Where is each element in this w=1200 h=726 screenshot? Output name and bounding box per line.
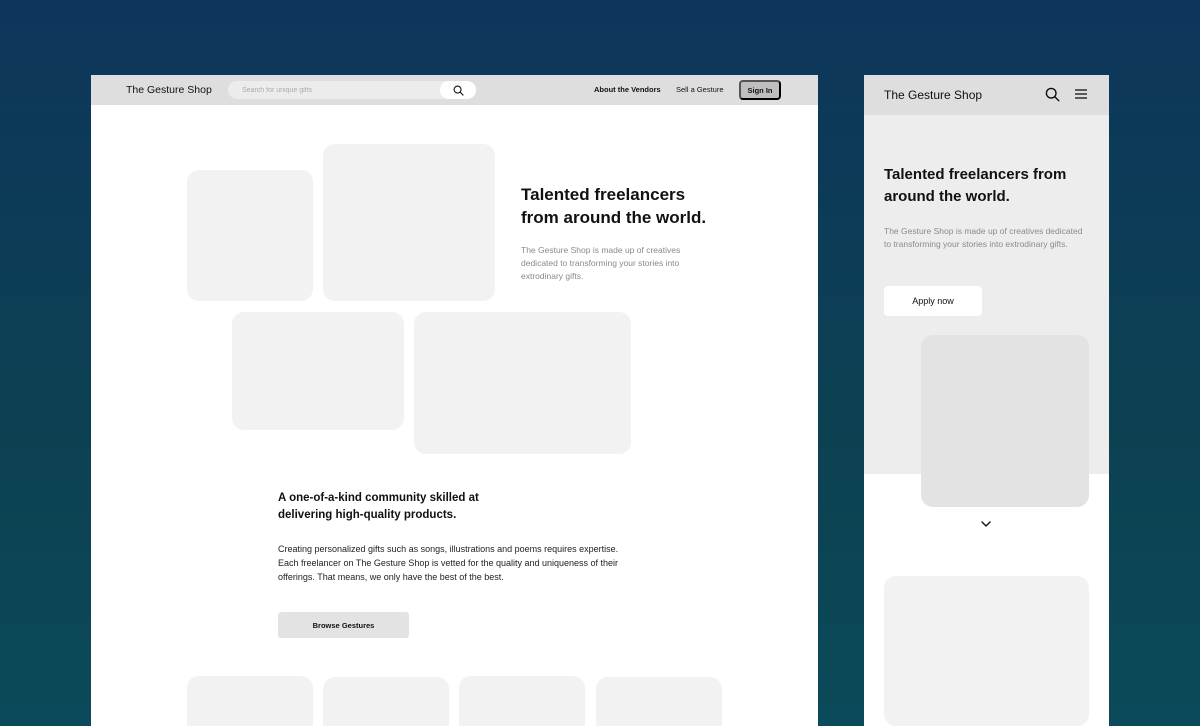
mobile-nav-bar: The Gesture Shop <box>864 75 1109 115</box>
image-placeholder <box>884 576 1089 726</box>
mobile-hero-description: The Gesture Shop is made up of creatives… <box>884 226 1083 249</box>
browse-gestures-button[interactable]: Browse Gestures <box>278 612 409 638</box>
hero-title-line: Talented freelancers <box>521 185 686 204</box>
search-icon[interactable] <box>1045 87 1060 102</box>
mobile-frame: The Gesture Shop Talented freelancers fr… <box>864 75 1109 726</box>
image-placeholder <box>414 312 631 454</box>
desktop-search-bar <box>228 81 476 99</box>
sign-in-button[interactable]: Sign In <box>739 80 781 100</box>
mobile-hero-title: Talented freelancers from around the wor… <box>884 166 1067 205</box>
search-icon <box>453 85 464 96</box>
chevron-down-icon[interactable] <box>980 520 992 528</box>
hero-description: The Gesture Shop is made up of creatives… <box>521 245 681 281</box>
image-placeholder <box>323 144 495 301</box>
apply-now-button[interactable]: Apply now <box>884 286 982 316</box>
community-title: A one-of-a-kind community skilled at del… <box>278 492 479 521</box>
product-card-placeholder[interactable] <box>187 676 313 726</box>
product-card-placeholder[interactable] <box>459 676 585 726</box>
desktop-nav-bar: The Gesture Shop About the Vendors Sell … <box>91 75 818 105</box>
desktop-frame: The Gesture Shop About the Vendors Sell … <box>91 75 818 726</box>
desktop-search-button[interactable] <box>440 81 476 99</box>
community-description: Creating personalized gifts such as song… <box>278 544 619 582</box>
desktop-search-input[interactable] <box>228 81 438 99</box>
desktop-logo[interactable]: The Gesture Shop <box>126 84 212 96</box>
hero-title: Talented freelancers from around the wor… <box>521 183 741 229</box>
image-placeholder <box>187 170 313 301</box>
mobile-logo[interactable]: The Gesture Shop <box>884 88 982 102</box>
nav-link-about-vendors[interactable]: About the Vendors <box>594 85 661 94</box>
image-placeholder <box>921 335 1089 507</box>
product-card-placeholder[interactable] <box>596 677 722 726</box>
nav-link-sell-gesture[interactable]: Sell a Gesture <box>676 85 724 94</box>
hero-title-line: from around the world. <box>521 208 707 227</box>
product-card-placeholder[interactable] <box>323 677 449 726</box>
menu-icon[interactable] <box>1074 88 1088 100</box>
image-placeholder <box>232 312 404 430</box>
